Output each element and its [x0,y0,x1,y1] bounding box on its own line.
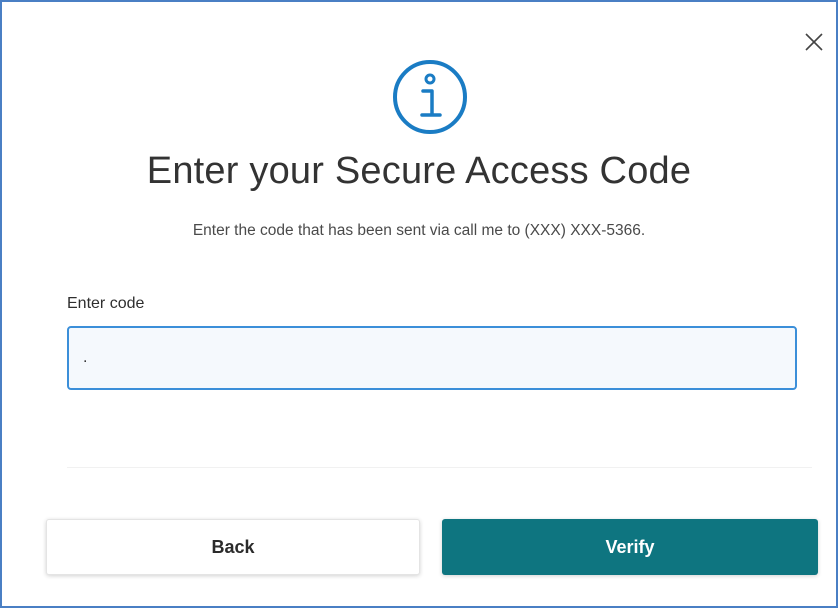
close-button[interactable] [802,30,826,54]
dialog-title: Enter your Secure Access Code [146,150,692,192]
back-button[interactable]: Back [46,519,420,575]
secure-access-dialog: Enter your Secure Access Code Enter the … [0,0,838,608]
verify-button[interactable]: Verify [442,519,818,575]
close-icon [805,33,823,51]
code-field-label: Enter code [67,295,145,312]
code-input[interactable] [67,326,797,390]
info-icon [393,60,467,134]
divider [67,467,812,468]
dialog-subtitle: Enter the code that has been sent via ca… [192,222,646,239]
